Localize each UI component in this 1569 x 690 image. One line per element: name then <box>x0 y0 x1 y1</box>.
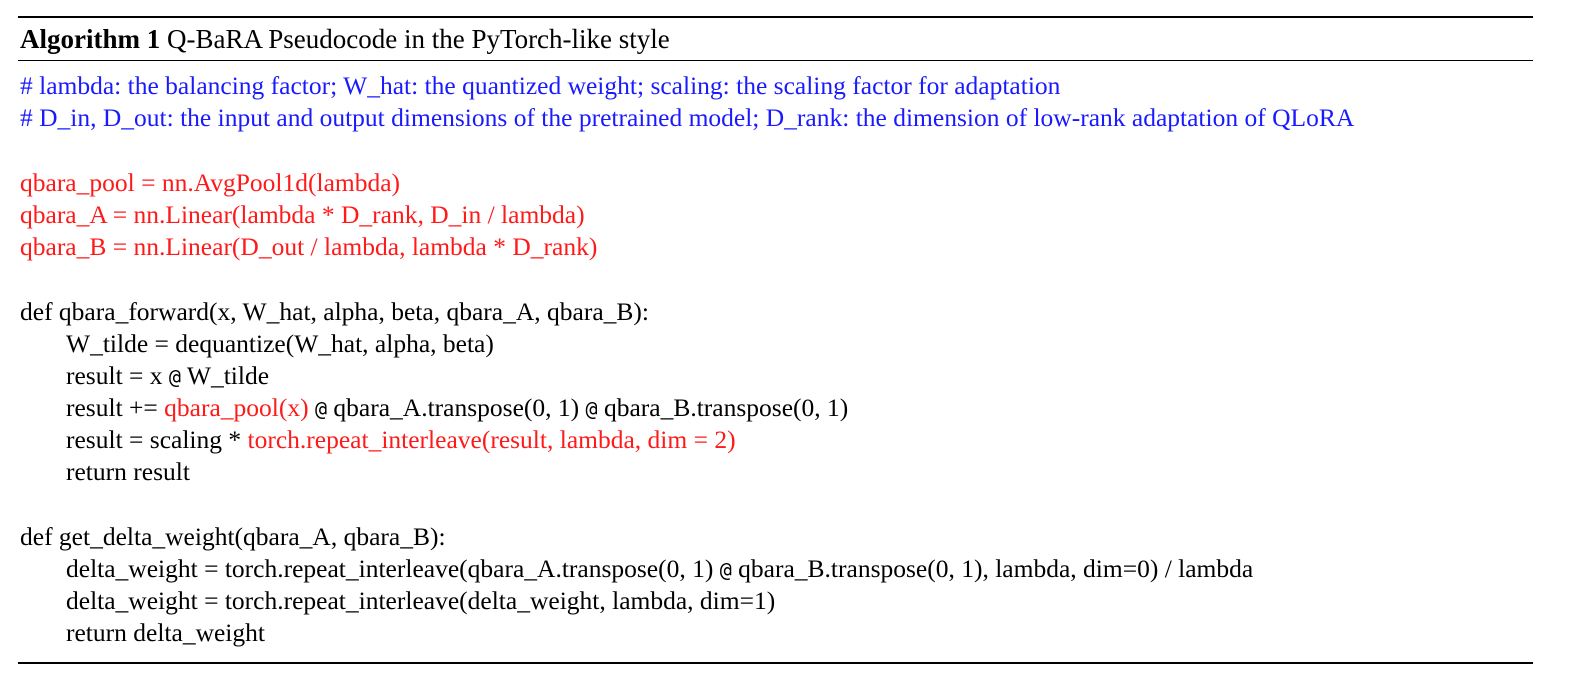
forward-signature: def qbara_forward(x, W_hat, alpha, beta,… <box>20 297 649 326</box>
matmul-operator: @ <box>315 397 328 421</box>
matmul-operator: @ <box>168 365 181 389</box>
forward-line-adapter-c: qbara_B.transpose(0, 1) <box>597 393 849 422</box>
forward-line-scaling-repeat: torch.repeat_interleave(result, lambda, … <box>247 425 736 454</box>
delta-line-repeat-0-b: qbara_B.transpose(0, 1), lambda, dim=0) … <box>731 554 1254 583</box>
delta-line-repeat-0-a: delta_weight = torch.repeat_interleave(q… <box>66 554 720 583</box>
forward-line-matmul-b: W_tilde <box>180 361 270 390</box>
forward-line-matmul: result = x @ W_tilde <box>66 361 269 392</box>
matmul-operator: @ <box>585 397 598 421</box>
matmul-operator: @ <box>719 558 732 582</box>
comment-line-2: # D_in, D_out: the input and output dime… <box>20 103 1355 132</box>
delta-line-repeat-0: delta_weight = torch.repeat_interleave(q… <box>66 554 1253 585</box>
forward-line-dequantize: W_tilde = dequantize(W_hat, alpha, beta) <box>66 329 494 358</box>
forward-line-adapter-pool: qbara_pool(x) <box>164 393 309 422</box>
algorithm-label: Algorithm 1 <box>20 24 161 54</box>
bottom-rule <box>18 662 1533 664</box>
top-rule <box>18 16 1533 18</box>
forward-line-return: return result <box>66 457 190 486</box>
algorithm-block: Algorithm 1 Q-BaRA Pseudocode in the PyT… <box>18 16 1533 664</box>
delta-signature: def get_delta_weight(qbara_A, qbara_B): <box>20 522 446 551</box>
forward-line-scaling: result = scaling * torch.repeat_interlea… <box>66 425 736 455</box>
init-line-a: qbara_A = nn.Linear(lambda * D_rank, D_i… <box>20 200 585 229</box>
forward-line-matmul-a: result = x <box>66 361 169 390</box>
algorithm-caption: Algorithm 1 Q-BaRA Pseudocode in the PyT… <box>20 23 670 55</box>
forward-line-adapter: result += qbara_pool(x) @ qbara_A.transp… <box>66 393 848 424</box>
delta-line-repeat-1: delta_weight = torch.repeat_interleave(d… <box>66 586 776 615</box>
delta-line-return: return delta_weight <box>66 618 265 647</box>
forward-line-adapter-b: qbara_A.transpose(0, 1) <box>327 393 586 422</box>
init-line-b: qbara_B = nn.Linear(D_out / lambda, lamb… <box>20 232 598 261</box>
caption-rule <box>18 60 1533 61</box>
forward-line-adapter-a: result += <box>66 393 165 422</box>
comment-line-1: # lambda: the balancing factor; W_hat: t… <box>20 71 1061 100</box>
algorithm-title: Q-BaRA Pseudocode in the PyTorch-like st… <box>166 24 670 54</box>
forward-line-scaling-a: result = scaling * <box>66 425 248 454</box>
init-line-pool: qbara_pool = nn.AvgPool1d(lambda) <box>20 168 401 197</box>
